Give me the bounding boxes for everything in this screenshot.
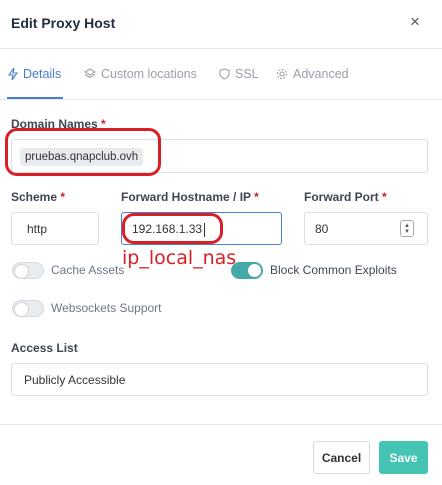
chevron-down-icon: ▼ <box>404 228 410 235</box>
footer-divider <box>0 424 442 425</box>
tab-ssl-label: SSL <box>235 67 259 81</box>
tab-advanced[interactable]: Advanced <box>276 67 349 81</box>
divider <box>0 48 442 49</box>
toggle-knob <box>14 302 29 317</box>
cache-assets-toggle[interactable] <box>12 262 44 279</box>
modal-title: Edit Proxy Host <box>11 15 116 31</box>
websockets-label: Websockets Support <box>51 301 162 315</box>
tabs-divider <box>0 99 442 100</box>
forward-hostname-label: Forward Hostname / IP * <box>121 190 259 204</box>
cancel-button[interactable]: Cancel <box>313 441 370 474</box>
access-list-select[interactable]: Publicly Accessible <box>11 363 428 396</box>
layers-icon <box>84 68 96 79</box>
annotation-text: ip_local_nas <box>122 247 237 269</box>
scheme-field[interactable]: http <box>11 212 99 245</box>
cache-assets-label: Cache Assets <box>51 263 125 277</box>
block-exploits-toggle[interactable] <box>231 262 263 279</box>
toggle-knob <box>14 264 29 279</box>
close-icon[interactable]: × <box>410 12 420 32</box>
scheme-label: Scheme * <box>11 190 66 204</box>
tab-ssl[interactable]: SSL <box>219 67 259 81</box>
block-exploits-label: Block Common Exploits <box>270 263 397 277</box>
annotation-circle-hostname <box>122 213 223 244</box>
toggle-knob <box>248 264 261 277</box>
forward-port-label: Forward Port * <box>304 190 387 204</box>
bolt-icon <box>8 68 18 80</box>
tab-advanced-label: Advanced <box>293 67 349 81</box>
websockets-toggle[interactable] <box>12 300 44 317</box>
tab-details[interactable]: Details <box>8 67 61 81</box>
port-stepper[interactable]: ▲ ▼ <box>400 220 414 237</box>
save-button[interactable]: Save <box>379 441 428 474</box>
tab-custom-locations-label: Custom locations <box>101 67 197 81</box>
shield-icon <box>219 68 230 80</box>
gear-icon <box>276 68 288 80</box>
annotation-circle-domain <box>5 128 161 176</box>
access-list-label: Access List <box>11 341 78 355</box>
tab-custom-locations[interactable]: Custom locations <box>84 67 197 81</box>
tab-details-label: Details <box>23 67 62 81</box>
